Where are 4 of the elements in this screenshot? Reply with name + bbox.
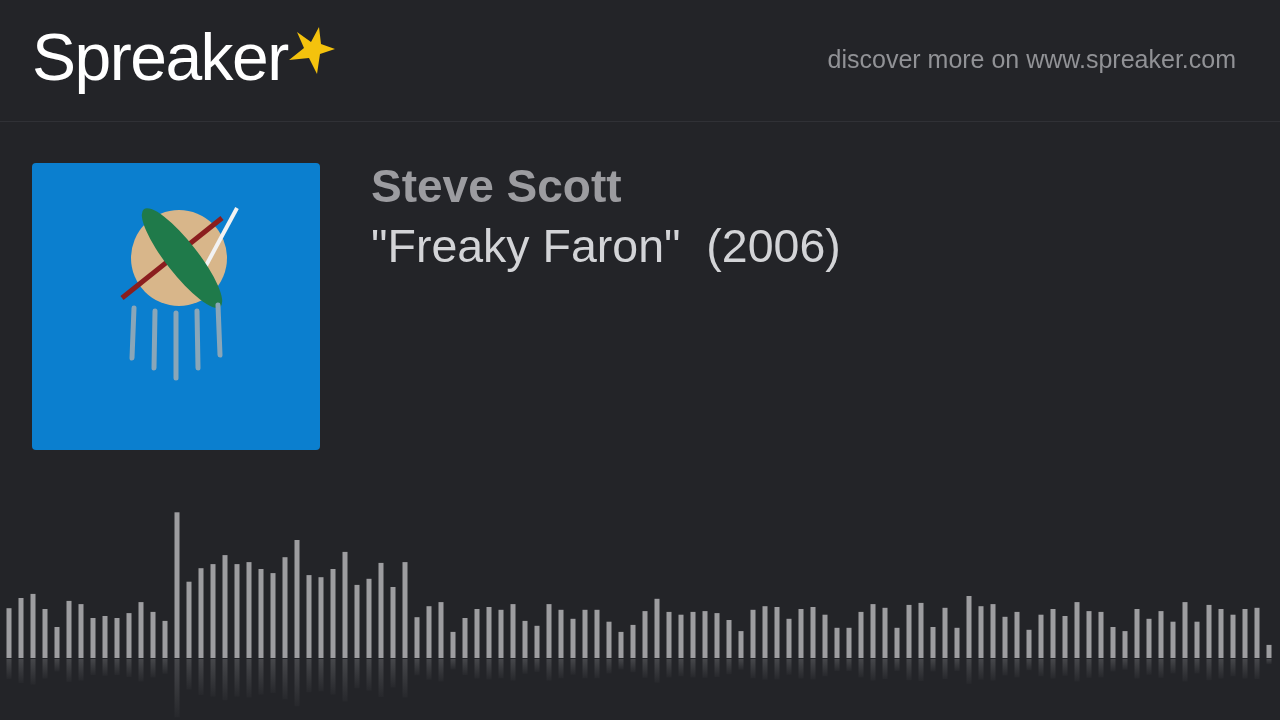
tagline: discover more on www.spreaker.com <box>827 44 1236 74</box>
author-name: Steve Scott <box>371 159 623 214</box>
episode-title: "Freaky Faron" (2006) <box>371 219 841 275</box>
star-icon <box>288 27 335 74</box>
